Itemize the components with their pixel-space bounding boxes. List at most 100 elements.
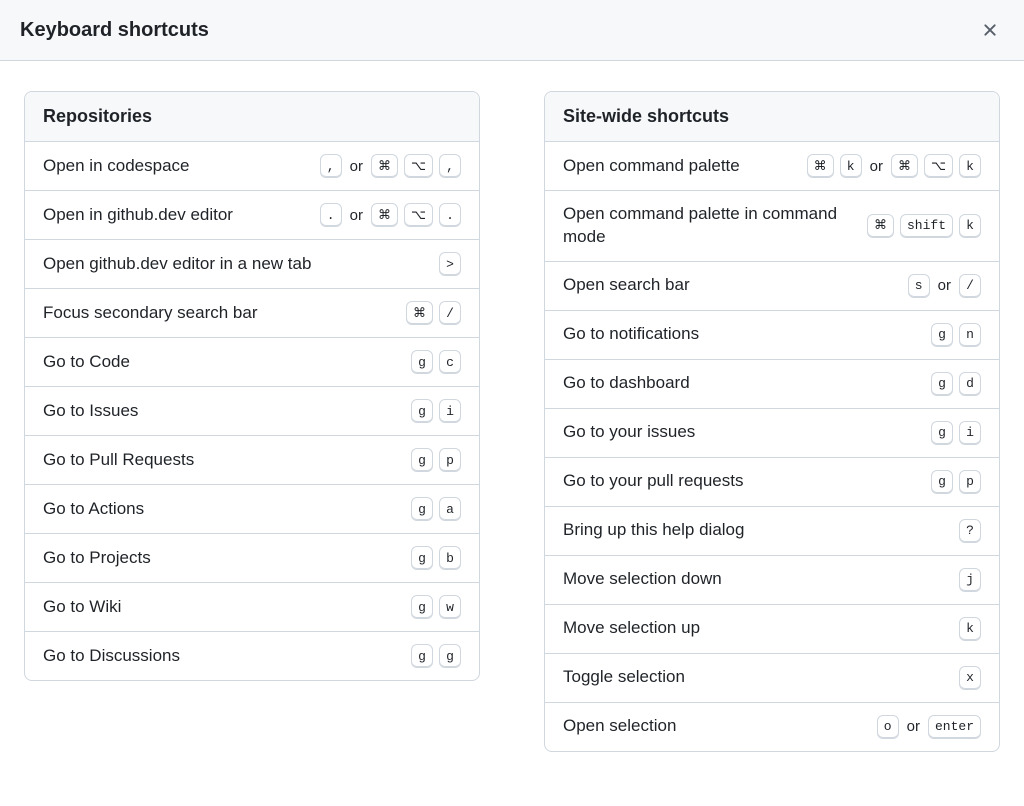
key: w — [439, 595, 461, 619]
shortcut-keys: k — [959, 617, 981, 641]
section-title: Site-wide shortcuts — [545, 92, 999, 142]
shortcut-keys: gi — [411, 399, 461, 423]
key: g — [411, 350, 433, 374]
shortcut-row: Go to notificationsgn — [545, 311, 999, 360]
shortcut-keys: gg — [411, 644, 461, 668]
shortcut-row: Open command palette in command mode ⌘shi… — [545, 191, 999, 262]
shortcut-row: Go to Discussions gg — [25, 632, 479, 680]
dialog-header: Keyboard shortcuts — [0, 0, 1024, 61]
shortcut-label: Go to dashboard — [563, 372, 919, 395]
key: o — [877, 715, 899, 739]
or-separator: or — [348, 207, 365, 224]
key: p — [959, 470, 981, 494]
shortcut-row: Go to Projects gb — [25, 534, 479, 583]
key: ⌥ — [404, 203, 433, 227]
key: g — [411, 595, 433, 619]
shortcut-keys: x — [959, 666, 981, 690]
key: g — [931, 470, 953, 494]
key: d — [959, 372, 981, 396]
column-right: Site-wide shortcuts Open command palette ⌘… — [544, 91, 1000, 776]
shortcut-keys: gw — [411, 595, 461, 619]
key: > — [439, 252, 461, 276]
shortcut-row: Open selectionoorenter — [545, 703, 999, 751]
key: / — [959, 274, 981, 298]
shortcut-label: Go to Projects — [43, 547, 399, 570]
key: . — [320, 203, 342, 227]
shortcut-keys: gp — [411, 448, 461, 472]
shortcut-row: Open in codespace,or⌘⌥, — [25, 142, 479, 191]
key: p — [439, 448, 461, 472]
shortcut-keys: ⌘shiftk — [867, 214, 981, 238]
shortcut-keys: ⌘/ — [406, 301, 461, 325]
shortcut-label: Go to Issues — [43, 400, 399, 423]
key: ? — [959, 519, 981, 543]
key: , — [439, 154, 461, 178]
dialog-title: Keyboard shortcuts — [20, 19, 209, 42]
shortcut-label: Move selection up — [563, 617, 947, 640]
shortcut-row: Open in github.dev editor.or⌘⌥. — [25, 191, 479, 240]
shortcut-row: Open command palette ⌘kor⌘⌥k — [545, 142, 999, 191]
key: g — [411, 497, 433, 521]
shortcut-row: Bring up this help dialog? — [545, 507, 999, 556]
key: g — [439, 644, 461, 668]
shortcut-keys: ? — [959, 519, 981, 543]
shortcut-label: Go to Actions — [43, 498, 399, 521]
section-sitewide: Site-wide shortcuts Open command palette ⌘… — [544, 91, 1000, 752]
shortcut-row: Go to your pull requests gp — [545, 458, 999, 507]
key: b — [439, 546, 461, 570]
shortcut-keys: ⌘kor⌘⌥k — [807, 154, 981, 178]
shortcut-row: Go to Issues gi — [25, 387, 479, 436]
key: k — [959, 617, 981, 641]
shortcut-keys: > — [439, 252, 461, 276]
shortcut-keys: j — [959, 568, 981, 592]
shortcut-label: Move selection down — [563, 568, 947, 591]
close-icon — [980, 20, 1000, 40]
key: k — [959, 214, 981, 238]
key: ⌘ — [371, 203, 398, 227]
key: g — [411, 546, 433, 570]
key: ⌘ — [891, 154, 918, 178]
shortcut-row: Focus secondary search bar⌘/ — [25, 289, 479, 338]
shortcut-label: Open command palette in command mode — [563, 203, 855, 249]
shortcut-keys: gn — [931, 323, 981, 347]
key: g — [411, 399, 433, 423]
close-button[interactable] — [976, 16, 1004, 44]
key: / — [439, 301, 461, 325]
key: g — [931, 323, 953, 347]
shortcut-label: Open in github.dev editor — [43, 204, 308, 227]
key: s — [908, 274, 930, 298]
shortcut-label: Open in codespace — [43, 155, 308, 178]
column-left: RepositoriesOpen in codespace,or⌘⌥,Open … — [24, 91, 480, 776]
key: i — [959, 421, 981, 445]
key: enter — [928, 715, 981, 739]
key: k — [840, 154, 862, 178]
dialog-body: RepositoriesOpen in codespace,or⌘⌥,Open … — [0, 61, 1024, 806]
shortcut-label: Go to Discussions — [43, 645, 399, 668]
shortcut-row: Move selection down j — [545, 556, 999, 605]
shortcut-row: Go to Pull Requestsgp — [25, 436, 479, 485]
shortcut-row: Toggle selectionx — [545, 654, 999, 703]
key: k — [959, 154, 981, 178]
key: i — [439, 399, 461, 423]
or-separator: or — [348, 158, 365, 175]
key: ⌘ — [867, 214, 894, 238]
key: ⌘ — [807, 154, 834, 178]
shortcut-row: Open github.dev editor in a new tab> — [25, 240, 479, 289]
key: n — [959, 323, 981, 347]
shortcut-row: Go to dashboardgd — [545, 360, 999, 409]
shortcut-label: Open command palette — [563, 155, 795, 178]
key: ⌥ — [924, 154, 953, 178]
shortcut-keys: sor/ — [908, 274, 981, 298]
shortcut-label: Go to your pull requests — [563, 470, 919, 493]
shortcut-label: Go to Code — [43, 351, 399, 374]
section-repositories: RepositoriesOpen in codespace,or⌘⌥,Open … — [24, 91, 480, 681]
shortcut-keys: ga — [411, 497, 461, 521]
shortcut-row: Move selection up k — [545, 605, 999, 654]
shortcut-row: Open search barsor/ — [545, 262, 999, 311]
key: g — [411, 448, 433, 472]
key: ⌘ — [371, 154, 398, 178]
shortcut-keys: gb — [411, 546, 461, 570]
shortcut-keys: ,or⌘⌥, — [320, 154, 461, 178]
shortcut-label: Go to Wiki — [43, 596, 399, 619]
shortcut-keys: gp — [931, 470, 981, 494]
